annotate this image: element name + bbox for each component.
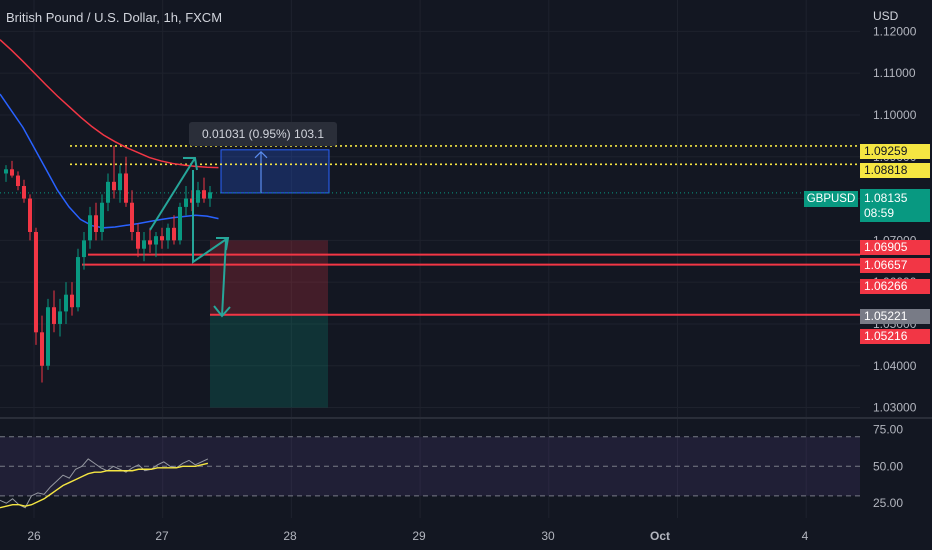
candle-body [82,240,86,258]
candle-body [178,206,182,241]
measure-label: 0.01031 (0.95%) 103.1 [189,122,337,146]
time-tick-label: 30 [541,529,555,543]
candle-body [70,294,74,308]
price-tick-label: 1.10000 [873,108,917,122]
candle-body [34,231,38,333]
time-tick-label: 27 [155,529,169,543]
candle-body [28,198,32,232]
candle-body [154,236,158,245]
rsi-level-label: 50.00 [873,459,903,473]
price-tick-label: 1.11000 [873,66,916,80]
chart-canvas[interactable]: 1.120001.110001.100001.090001.080001.070… [0,0,932,550]
last-price-value: 1.08135 [864,191,908,205]
candle-body [88,215,92,241]
stop-zone [210,240,328,315]
countdown-value: 08:59 [864,206,895,220]
symbol-tag: GBPUSD [804,191,858,207]
time-tick-label: 4 [802,529,809,543]
time-tick-label: 26 [27,529,41,543]
time-tick-label: 28 [283,529,297,543]
price-level-tag: 1.06266 [860,279,930,294]
target-zone [210,314,328,408]
price-tick-label: 1.04000 [873,359,917,373]
rsi-level-label: 25.00 [873,496,903,510]
candle-body [10,169,14,176]
candle-body [22,186,26,199]
candle-body [202,190,206,199]
candle-body [130,202,134,232]
candle-body [172,227,176,241]
candle-body [112,181,116,191]
candle-body [124,173,128,203]
time-tick-label: Oct [650,529,670,543]
candle-body [160,236,164,241]
rsi-level-label: 75.00 [873,422,903,436]
price-level-tag: 1.06905 [860,240,930,255]
candle-body [208,192,212,199]
candle-body [76,257,80,308]
chart-title: British Pound / U.S. Dollar, 1h, FXCM [6,10,223,25]
last-price-tag: 1.08135 08:59 [860,189,930,222]
candle-body [16,175,20,187]
candle-body [52,307,56,324]
candle-body [40,332,44,366]
price-level-tag: 1.08818 [860,163,930,178]
price-tick-label: 1.12000 [873,24,917,38]
candle-body [64,294,68,312]
candle-body [166,227,170,241]
time-tick-label: 29 [412,529,426,543]
price-level-tag: 1.05221 [860,309,930,324]
price-level-tag: 1.09259 [860,144,930,159]
candle-body [136,231,140,249]
price-level-tag: 1.06657 [860,258,930,273]
candle-body [142,240,146,249]
candle-body [100,202,104,232]
price-tick-label: 1.03000 [873,401,917,415]
candle-body [46,307,50,366]
currency-label: USD [873,9,899,23]
candle-body [196,190,200,203]
candle-body [106,181,110,203]
candle-body [118,173,122,191]
price-level-tag: 1.05216 [860,329,930,344]
candle-body [94,215,98,232]
candle-body [184,198,188,207]
candle-body [148,240,152,245]
candle-body [4,169,8,174]
candle-body [58,311,62,324]
measure-box [220,149,330,194]
